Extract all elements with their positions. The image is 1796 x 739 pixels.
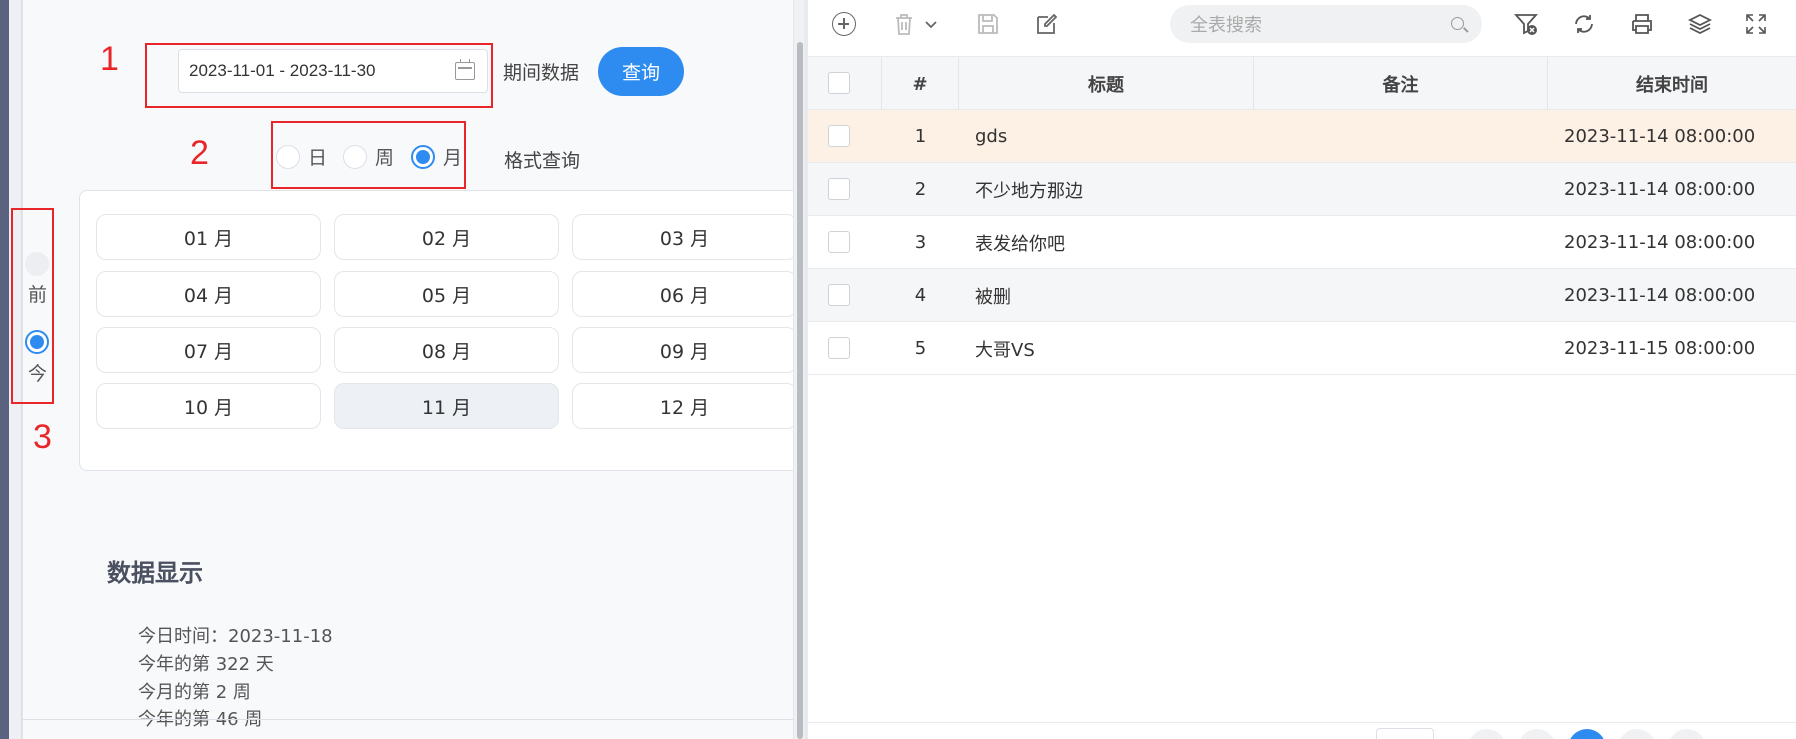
print-icon[interactable]	[1630, 12, 1654, 36]
month-button-01[interactable]: 01 月	[96, 214, 321, 260]
pagination-bar	[808, 722, 1796, 739]
month-button-12[interactable]: 12 月	[572, 383, 793, 429]
format-radio-month[interactable]: 月	[411, 143, 462, 170]
side-label-current: 今	[28, 363, 48, 385]
chevron-down-icon[interactable]	[922, 12, 940, 36]
cell-title: 不少地方那边	[975, 180, 1083, 202]
pager-page[interactable]	[1618, 729, 1656, 739]
side-radio-prev[interactable]	[25, 252, 49, 276]
calendar-icon[interactable]	[455, 59, 475, 80]
pager-prev[interactable]	[1468, 729, 1506, 739]
cell-index: 5	[914, 338, 927, 359]
month-button-02[interactable]: 02 月	[334, 214, 559, 260]
pager-page[interactable]	[1518, 729, 1556, 739]
left-panel: 1 2023-11-01 - 2023-11-30 期间数据 查询 2 日 周 …	[22, 0, 794, 739]
cell-end-time: 2023-11-15 08:00:00	[1564, 338, 1756, 359]
add-icon[interactable]	[832, 12, 856, 36]
month-picker-card: 01 月 02 月 03 月 04 月 05 月 06 月 07 月 08 月 …	[79, 190, 793, 471]
cell-index: 3	[914, 232, 927, 253]
table-row[interactable]: 1 gds 2023-11-14 08:00:00	[808, 110, 1796, 163]
search-icon[interactable]	[1451, 17, 1464, 30]
cell-index: 4	[914, 285, 927, 306]
side-radio-current[interactable]	[25, 330, 49, 354]
month-button-09[interactable]: 09 月	[572, 327, 793, 373]
data-line-today: 今日时间：2023-11-18	[138, 626, 333, 647]
left-scrollbar[interactable]	[794, 0, 804, 739]
grid-header: # 标题 备注 结束时间	[808, 56, 1796, 111]
cell-end-time: 2023-11-14 08:00:00	[1564, 126, 1756, 147]
left-scrollbar-thumb[interactable]	[797, 42, 803, 739]
row-checkbox[interactable]	[828, 231, 850, 253]
month-button-06[interactable]: 06 月	[572, 271, 793, 317]
table-row[interactable]: 3 表发给你吧 2023-11-14 08:00:00	[808, 216, 1796, 269]
cell-title: gds	[975, 126, 1008, 147]
header-title[interactable]: 标题	[959, 57, 1254, 111]
row-checkbox[interactable]	[828, 125, 850, 147]
annotation-number-2: 2	[190, 134, 209, 172]
header-index[interactable]: #	[882, 57, 959, 111]
search-input[interactable]: 全表搜索	[1170, 5, 1482, 43]
radio-day[interactable]	[276, 144, 300, 169]
page-size-select[interactable]	[1376, 728, 1434, 739]
radio-week[interactable]	[343, 144, 367, 169]
radio-month[interactable]	[411, 144, 435, 169]
annotation-number-1: 1	[100, 40, 119, 78]
header-select-all	[808, 57, 882, 111]
delete-icon[interactable]	[892, 12, 916, 36]
table-row[interactable]: 4 被删 2023-11-14 08:00:00	[808, 269, 1796, 322]
filter-clear-icon[interactable]	[1514, 12, 1538, 36]
data-line-week-of-year: 今年的第 46 周	[138, 709, 263, 730]
query-button[interactable]: 查询	[598, 47, 684, 96]
radio-week-label: 周	[375, 147, 395, 169]
data-display-title: 数据显示	[107, 559, 203, 587]
cell-title: 大哥VS	[975, 339, 1035, 361]
select-all-checkbox[interactable]	[828, 72, 850, 94]
cell-title: 被删	[975, 286, 1011, 308]
format-radio-day[interactable]: 日	[276, 143, 327, 170]
date-range-input[interactable]: 2023-11-01 - 2023-11-30	[178, 49, 488, 93]
window-edge	[0, 0, 9, 739]
pager-next[interactable]	[1668, 729, 1706, 739]
month-button-07[interactable]: 07 月	[96, 327, 321, 373]
cell-end-time: 2023-11-14 08:00:00	[1564, 179, 1756, 200]
left-bottom-divider	[23, 719, 793, 720]
radio-day-label: 日	[308, 147, 328, 169]
data-line-day-of-year: 今年的第 322 天	[138, 654, 274, 675]
month-button-08[interactable]: 08 月	[334, 327, 559, 373]
annotation-number-3: 3	[33, 418, 52, 456]
cell-index: 2	[914, 179, 927, 200]
grid-toolbar: 全表搜索	[808, 0, 1796, 56]
period-data-label: 期间数据	[503, 62, 580, 84]
data-line-week-of-month: 今月的第 2 周	[138, 682, 251, 703]
month-button-11[interactable]: 11 月	[334, 383, 559, 429]
format-query-label: 格式查询	[504, 150, 581, 172]
month-button-04[interactable]: 04 月	[96, 271, 321, 317]
save-icon[interactable]	[976, 12, 1000, 36]
fullscreen-icon[interactable]	[1744, 12, 1768, 36]
search-placeholder: 全表搜索	[1190, 15, 1262, 36]
table-row[interactable]: 5 大哥VS 2023-11-15 08:00:00	[808, 322, 1796, 375]
header-end-time[interactable]: 结束时间	[1548, 57, 1796, 111]
right-panel: 全表搜索 # 标题 备注 结束时间 1 gds 2023-11-14 08:00…	[808, 0, 1796, 739]
row-checkbox[interactable]	[828, 178, 850, 200]
header-note[interactable]: 备注	[1254, 57, 1548, 111]
month-button-05[interactable]: 05 月	[334, 271, 559, 317]
pager-page-current[interactable]	[1568, 729, 1606, 739]
cell-index: 1	[914, 126, 927, 147]
refresh-icon[interactable]	[1572, 12, 1596, 36]
edit-icon[interactable]	[1035, 12, 1059, 36]
month-button-10[interactable]: 10 月	[96, 383, 321, 429]
cell-end-time: 2023-11-14 08:00:00	[1564, 232, 1756, 253]
cell-title: 表发给你吧	[975, 233, 1065, 255]
side-label-prev: 前	[28, 284, 48, 306]
date-range-value: 2023-11-01 - 2023-11-30	[189, 61, 376, 80]
month-button-03[interactable]: 03 月	[572, 214, 793, 260]
format-radio-week[interactable]: 周	[343, 143, 394, 170]
layers-icon[interactable]	[1688, 12, 1712, 36]
table-row[interactable]: 2 不少地方那边 2023-11-14 08:00:00	[808, 163, 1796, 216]
radio-month-label: 月	[443, 147, 463, 169]
cell-end-time: 2023-11-14 08:00:00	[1564, 285, 1756, 306]
row-checkbox[interactable]	[828, 284, 850, 306]
row-checkbox[interactable]	[828, 337, 850, 359]
